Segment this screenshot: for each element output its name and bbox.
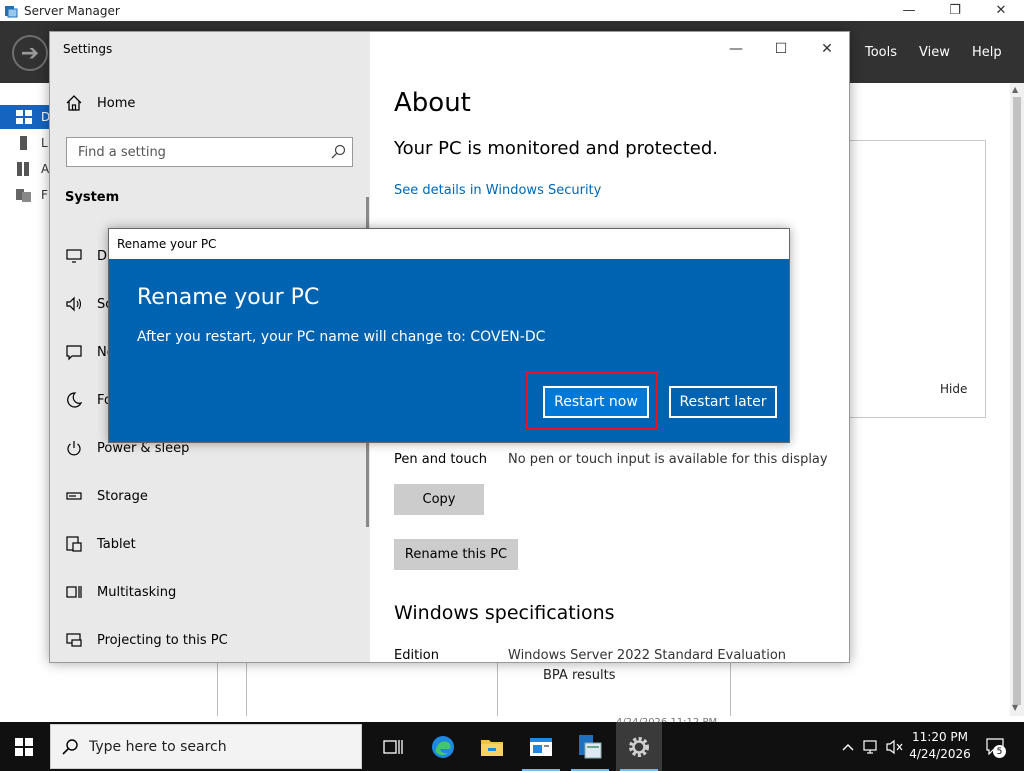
system-section-heading: System — [65, 190, 120, 205]
tablet-icon — [65, 535, 83, 553]
about-heading: About — [394, 88, 471, 118]
display-icon — [65, 247, 83, 265]
search-icon — [62, 739, 78, 755]
file-explorer-button[interactable] — [469, 722, 515, 771]
sidebar-item-file-services[interactable]: F — [0, 183, 50, 207]
settings-taskbar-button[interactable] — [616, 722, 662, 771]
server-manager-icon — [530, 737, 552, 756]
menu-tools[interactable]: Tools — [865, 45, 897, 60]
server-manager-app-button[interactable] — [567, 722, 613, 771]
task-view-icon — [383, 739, 403, 754]
bpa-results-label[interactable]: BPA results — [543, 668, 616, 683]
windows-specifications-heading: Windows specifications — [394, 602, 615, 624]
home-icon — [66, 95, 82, 111]
minimize-button[interactable]: — — [886, 0, 932, 21]
pen-touch-label: Pen and touch — [394, 452, 488, 467]
protection-status: Your PC is monitored and protected. — [394, 138, 718, 159]
server-manager-taskbar-button[interactable] — [518, 722, 564, 771]
server-manager-scrollbar[interactable]: ▲ ▼ — [1010, 83, 1024, 716]
edition-value: Windows Server 2022 Standard Evaluation — [508, 648, 787, 663]
volume-muted-icon — [886, 739, 903, 754]
network-button[interactable] — [861, 722, 883, 771]
dashboard-panel — [846, 140, 986, 418]
restart-now-button[interactable]: Restart now — [543, 386, 649, 418]
rename-pc-button[interactable]: Rename this PC — [394, 539, 518, 570]
taskbar-clock[interactable]: 11:20 PM 4/24/2026 — [904, 729, 976, 763]
rename-dialog-window-title: Rename your PC — [117, 237, 217, 251]
server-manager-title: Server Manager — [24, 3, 120, 18]
clock-time: 11:20 PM — [912, 730, 968, 744]
menu-view[interactable]: View — [919, 45, 950, 60]
sidebar-item-dashboard[interactable]: D — [0, 105, 50, 129]
rename-dialog-heading: Rename your PC — [137, 285, 320, 310]
multitasking-icon — [65, 583, 83, 601]
file-services-icon — [16, 189, 31, 202]
settings-maximize-button[interactable]: ☐ — [766, 37, 796, 61]
settings-nav-projecting[interactable]: Projecting to this PC — [65, 629, 228, 651]
start-button[interactable] — [0, 722, 48, 771]
server-manager-sidebar: D L A F — [0, 83, 50, 716]
settings-nav-focus-assist[interactable]: Fo — [65, 389, 112, 411]
rename-pc-dialog: Rename your PC Rename your PC After you … — [108, 228, 790, 443]
projecting-icon — [65, 631, 83, 649]
back-arrow-icon[interactable]: ➔ — [12, 35, 48, 71]
close-button[interactable]: ✕ — [978, 0, 1024, 21]
settings-nav-tablet[interactable]: Tablet — [65, 533, 136, 555]
local-server-icon — [20, 136, 27, 150]
sidebar-item-all-servers[interactable]: A — [0, 157, 50, 181]
search-icon — [331, 144, 346, 159]
settings-nav-display[interactable]: Di — [65, 245, 111, 267]
settings-home-link[interactable]: Home — [65, 94, 135, 112]
settings-icon — [629, 736, 649, 757]
show-hidden-icons-button[interactable] — [838, 722, 858, 771]
file-explorer-icon — [481, 739, 503, 756]
restart-later-button[interactable]: Restart later — [669, 386, 777, 418]
focus-assist-icon — [65, 391, 83, 409]
restore-button[interactable]: ❐ — [932, 0, 978, 21]
windows-logo-icon — [15, 737, 33, 756]
settings-minimize-button[interactable]: — — [721, 37, 751, 61]
rename-dialog-titlebar: Rename your PC — [109, 229, 789, 259]
edition-label: Edition — [394, 648, 439, 663]
copy-button[interactable]: Copy — [394, 484, 484, 515]
scroll-down-icon[interactable]: ▼ — [1012, 703, 1018, 712]
task-view-button[interactable] — [370, 722, 416, 771]
hide-link[interactable]: Hide — [940, 382, 967, 396]
scroll-up-icon[interactable]: ▲ — [1012, 85, 1018, 94]
all-servers-icon — [17, 162, 29, 176]
settings-title: Settings — [63, 42, 113, 56]
menu-help[interactable]: Help — [972, 45, 1002, 60]
pen-touch-value: No pen or touch input is available for t… — [508, 452, 828, 467]
notification-count-badge: 5 — [993, 745, 1006, 758]
power-icon — [65, 439, 83, 457]
settings-nav-storage[interactable]: Storage — [65, 485, 148, 507]
edge-button[interactable] — [420, 722, 466, 771]
edge-icon — [432, 735, 454, 758]
clock-date: 4/24/2026 — [909, 747, 971, 761]
server-manager-icon — [5, 5, 18, 17]
settings-nav-multitasking[interactable]: Multitasking — [65, 581, 176, 603]
settings-nav-sound[interactable]: So — [65, 293, 113, 315]
rename-dialog-message: After you restart, your PC name will cha… — [137, 329, 546, 345]
sidebar-item-local-server[interactable]: L — [0, 131, 50, 155]
sound-icon — [65, 295, 83, 313]
settings-close-button[interactable]: ✕ — [812, 37, 842, 61]
chevron-up-icon — [842, 743, 854, 750]
server-tile — [217, 663, 247, 716]
server-manager-app-icon — [579, 734, 602, 758]
taskbar-search-input[interactable] — [89, 725, 357, 768]
volume-button[interactable] — [884, 722, 906, 771]
network-icon — [863, 739, 877, 754]
notifications-icon — [65, 343, 83, 361]
dashboard-icon — [16, 110, 32, 124]
find-setting-box[interactable] — [66, 137, 353, 167]
taskbar: 11:20 PM 4/24/2026 5 — [0, 722, 1024, 771]
server-manager-titlebar: Server Manager — ❐ ✕ — [0, 0, 1024, 21]
taskbar-search-box[interactable] — [50, 724, 362, 769]
windows-security-link[interactable]: See details in Windows Security — [394, 183, 601, 198]
find-setting-input[interactable] — [67, 138, 322, 166]
storage-icon — [65, 487, 83, 505]
action-center-button[interactable]: 5 — [984, 734, 1006, 758]
scrollbar-thumb[interactable] — [1013, 97, 1021, 705]
